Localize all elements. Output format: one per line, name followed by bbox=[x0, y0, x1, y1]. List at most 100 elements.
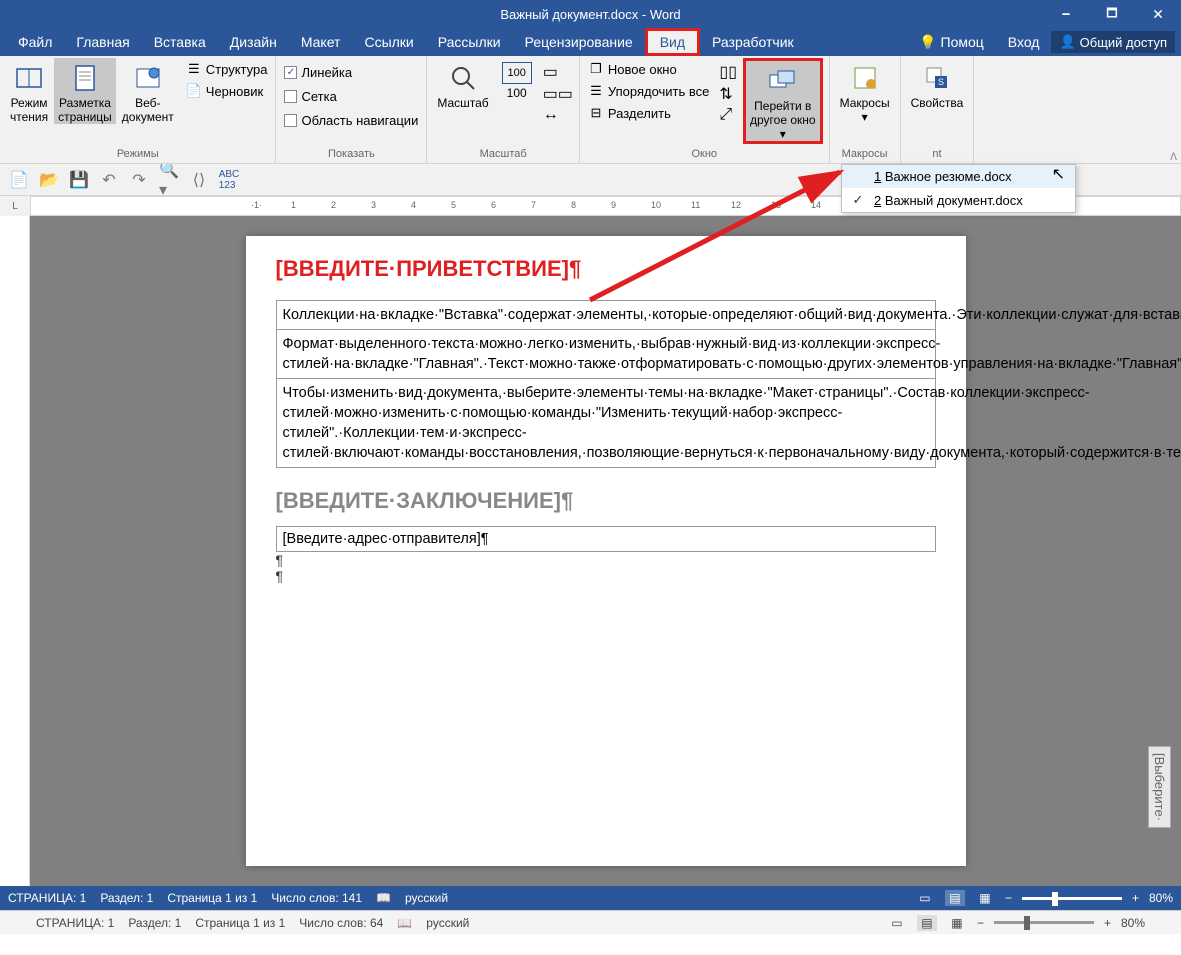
new-window-icon: ❐ bbox=[588, 61, 604, 77]
gridlines-checkbox[interactable]: Сетка bbox=[282, 86, 338, 106]
read-mode-icon[interactable]: ▭ bbox=[887, 915, 907, 931]
close-button[interactable]: 🗙 bbox=[1135, 0, 1181, 28]
signin-button[interactable]: Вход bbox=[996, 34, 1052, 50]
ribbon-group-modes: Режим чтения Разметка страницы Веб- доку… bbox=[0, 56, 276, 163]
spellcheck-icon[interactable]: 📖 bbox=[397, 916, 412, 930]
tab-references[interactable]: Ссылки bbox=[352, 28, 425, 56]
zoom-level[interactable]: 80% bbox=[1149, 891, 1173, 905]
ribbon-group-sharepoint: S Свойства nt bbox=[901, 56, 975, 163]
arrange-all-button[interactable]: ☰Упорядочить все bbox=[586, 80, 711, 102]
tab-layout[interactable]: Макет bbox=[289, 28, 353, 56]
outline-button[interactable]: ☰Структура bbox=[184, 58, 270, 80]
switch-windows-button[interactable]: Перейти в другое окно ▾ bbox=[743, 58, 823, 144]
qat-preview-icon[interactable]: 🔍▾ bbox=[160, 171, 178, 189]
side-placeholder-tab[interactable]: [Выберите· bbox=[1148, 746, 1171, 828]
sync-scroll-icon[interactable]: ⇅ bbox=[719, 84, 737, 104]
read-mode-button[interactable]: Режим чтения bbox=[6, 58, 52, 124]
tab-home[interactable]: Главная bbox=[64, 28, 141, 56]
ruler-checkbox[interactable]: ✓Линейка bbox=[282, 62, 354, 82]
side-by-side-icon[interactable]: ▯▯ bbox=[719, 62, 737, 82]
ruler-vertical[interactable] bbox=[0, 216, 30, 886]
properties-button[interactable]: S Свойства bbox=[907, 58, 968, 110]
web-layout-icon[interactable]: ▦ bbox=[947, 915, 967, 931]
page-width-icon[interactable]: ↔ bbox=[543, 106, 573, 124]
greeting-placeholder[interactable]: [ВВЕДИТЕ·ПРИВЕТСТВИЕ]¶ bbox=[276, 256, 936, 282]
table-cell-3[interactable]: Чтобы·изменить·вид·документа,·выберите·э… bbox=[277, 378, 935, 467]
status-language[interactable]: русский bbox=[426, 916, 469, 930]
checkbox-empty-icon bbox=[284, 90, 297, 103]
read-mode-icon[interactable]: ▭ bbox=[915, 890, 935, 906]
zoom-in-button[interactable]: + bbox=[1132, 891, 1139, 905]
print-layout-button[interactable]: Разметка страницы bbox=[54, 58, 116, 124]
status-words[interactable]: Число слов: 141 bbox=[271, 891, 362, 905]
qat-new-icon[interactable]: 📄 bbox=[10, 171, 28, 189]
qat-redo-icon[interactable]: ↷ bbox=[130, 171, 148, 189]
reset-position-icon[interactable]: ⤢ bbox=[719, 106, 737, 124]
table-cell-2[interactable]: Формат·выделенного·текста·можно·легко·из… bbox=[277, 329, 935, 378]
tab-view[interactable]: Вид bbox=[645, 28, 700, 56]
tab-file[interactable]: Файл bbox=[6, 28, 64, 56]
paragraph-mark[interactable]: ¶ bbox=[276, 568, 936, 584]
tab-developer[interactable]: Разработчик bbox=[700, 28, 806, 56]
globe-icon bbox=[132, 62, 164, 94]
tab-design[interactable]: Дизайн bbox=[218, 28, 289, 56]
print-layout-icon[interactable]: ▤ bbox=[945, 890, 965, 906]
maximize-button[interactable]: 🗖 bbox=[1089, 0, 1135, 28]
sender-address[interactable]: [Введите·адрес·отправителя]¶ bbox=[276, 526, 936, 552]
status-page[interactable]: СТРАНИЦА: 1 bbox=[36, 916, 114, 930]
zoom-slider[interactable] bbox=[994, 921, 1094, 924]
split-button[interactable]: ⊟Разделить bbox=[586, 102, 711, 124]
status-bar-primary: СТРАНИЦА: 1 Раздел: 1 Страница 1 из 1 Чи… bbox=[0, 886, 1181, 910]
qat-open-icon[interactable]: 📂 bbox=[40, 171, 58, 189]
share-button[interactable]: 👤Общий доступ bbox=[1051, 31, 1175, 53]
qat-spellcheck-icon[interactable]: ABC123 bbox=[220, 171, 238, 189]
conclusion-placeholder[interactable]: [ВВЕДИТЕ·ЗАКЛЮЧЕНИЕ]¶ bbox=[276, 488, 936, 514]
macros-button[interactable]: Макросы ▾ bbox=[836, 58, 894, 124]
qat-field-icon[interactable]: ⟨⟩ bbox=[190, 171, 208, 189]
tab-review[interactable]: Рецензирование bbox=[513, 28, 645, 56]
qat-undo-icon[interactable]: ↶ bbox=[100, 171, 118, 189]
status-pages[interactable]: Страница 1 из 1 bbox=[195, 916, 285, 930]
zoom-100-button[interactable]: 100 100 bbox=[495, 58, 539, 100]
tab-mailings[interactable]: Рассылки bbox=[426, 28, 513, 56]
status-section[interactable]: Раздел: 1 bbox=[128, 916, 181, 930]
web-layout-button[interactable]: Веб- документ bbox=[118, 58, 178, 124]
web-layout-icon[interactable]: ▦ bbox=[975, 890, 995, 906]
print-layout-icon[interactable]: ▤ bbox=[917, 915, 937, 931]
new-window-button[interactable]: ❐Новое окно bbox=[586, 58, 711, 80]
multi-page-icon[interactable]: ▭▭ bbox=[543, 84, 573, 104]
tab-insert[interactable]: Вставка bbox=[142, 28, 218, 56]
ruler-corner[interactable]: L bbox=[0, 196, 30, 216]
spellcheck-icon[interactable]: 📖 bbox=[376, 891, 391, 905]
window-option-1[interactable]: 1 Важное резюме.docx bbox=[842, 165, 1075, 188]
window-option-2[interactable]: ✓ 2 Важный документ.docx bbox=[842, 188, 1075, 212]
zoom-level[interactable]: 80% bbox=[1121, 916, 1145, 930]
windows-icon bbox=[767, 65, 799, 97]
help-button[interactable]: 💡 Помоц bbox=[907, 34, 996, 51]
zoom-button[interactable]: Масштаб bbox=[433, 58, 492, 110]
zoom-in-button[interactable]: + bbox=[1104, 916, 1111, 930]
one-page-icon[interactable]: ▭ bbox=[543, 62, 573, 82]
nav-pane-checkbox[interactable]: Область навигации bbox=[282, 110, 420, 130]
qat-save-icon[interactable]: 💾 bbox=[70, 171, 88, 189]
collapse-ribbon-icon[interactable]: ᐱ bbox=[1170, 152, 1177, 163]
status-section[interactable]: Раздел: 1 bbox=[100, 891, 153, 905]
check-icon: ✓ bbox=[850, 192, 866, 208]
status-bar-secondary: СТРАНИЦА: 1 Раздел: 1 Страница 1 из 1 Чи… bbox=[0, 910, 1181, 934]
table-cell-1[interactable]: Коллекции·на·вкладке·"Вставка"·содержат·… bbox=[277, 301, 935, 329]
document-page[interactable]: [ВВЕДИТЕ·ПРИВЕТСТВИЕ]¶ Коллекции·на·вкла… bbox=[246, 236, 966, 866]
minimize-button[interactable]: 🗕 bbox=[1043, 0, 1089, 28]
draft-button[interactable]: 📄Черновик bbox=[184, 80, 270, 102]
document-scroll[interactable]: [ВВЕДИТЕ·ПРИВЕТСТВИЕ]¶ Коллекции·на·вкла… bbox=[30, 216, 1181, 886]
person-icon: 👤 bbox=[1059, 34, 1075, 50]
status-pages[interactable]: Страница 1 из 1 bbox=[167, 891, 257, 905]
zoom-slider[interactable] bbox=[1022, 897, 1122, 900]
status-words[interactable]: Число слов: 64 bbox=[299, 916, 383, 930]
paragraph-mark[interactable]: ¶ bbox=[276, 552, 936, 568]
document-area: [ВВЕДИТЕ·ПРИВЕТСТВИЕ]¶ Коллекции·на·вкла… bbox=[0, 216, 1181, 886]
zoom-out-button[interactable]: − bbox=[1005, 891, 1012, 905]
checkbox-empty-icon bbox=[284, 114, 297, 127]
status-language[interactable]: русский bbox=[405, 891, 448, 905]
zoom-out-button[interactable]: − bbox=[977, 916, 984, 930]
status-page[interactable]: СТРАНИЦА: 1 bbox=[8, 891, 86, 905]
